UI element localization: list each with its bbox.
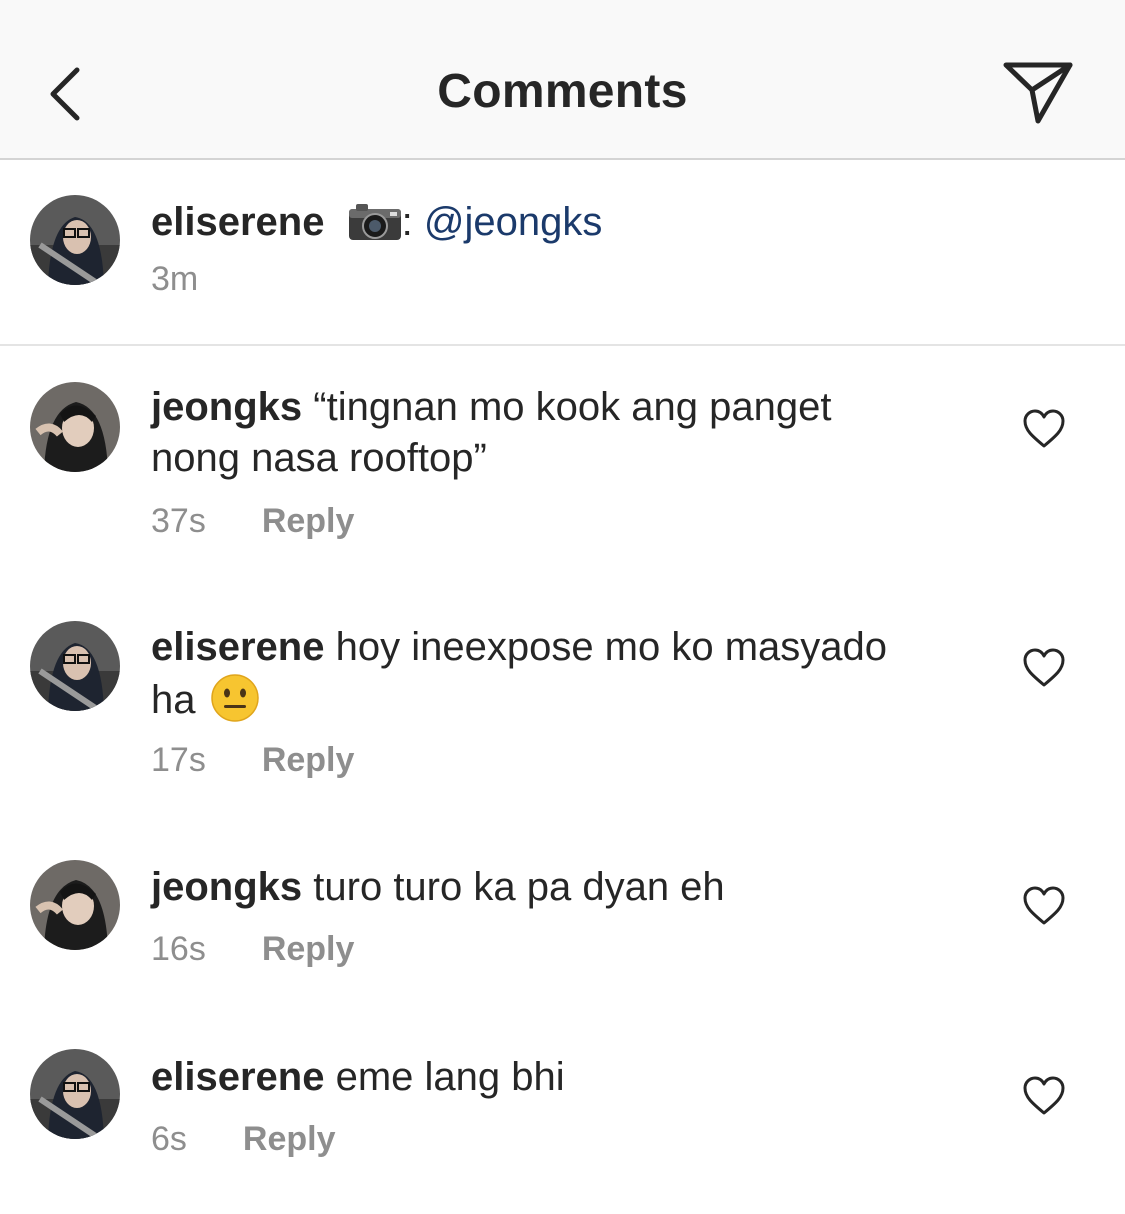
comment-timestamp: 16s [151,930,206,968]
comment-item: jeongks turo turo ka pa dyan eh 16s Repl… [0,826,1125,1016]
comment-item: eliserene hoy ineexpose mo ko masyado ha… [0,586,1125,826]
avatar[interactable] [30,1049,120,1139]
comment-text: jeongks “tingnan mo kook ang panget nong… [151,382,931,484]
comment-username[interactable]: eliserene [151,1055,324,1099]
comment-item: jeongks “tingnan mo kook ang panget nong… [0,346,1125,586]
reply-button[interactable]: Reply [262,502,355,541]
caption-timestamp: 3m [151,260,199,298]
header-bar: Comments [0,0,1125,160]
comment-meta: 37s Reply [151,502,354,541]
camera-emoji [348,203,402,252]
page-title: Comments [437,65,688,118]
comment-body: turo turo ka pa dyan eh [313,865,725,909]
reply-button[interactable]: Reply [262,741,355,780]
post-caption: eliserene : @jeongks 3m [0,162,1125,346]
avatar[interactable] [30,382,120,472]
heart-icon[interactable] [1022,1076,1066,1116]
comment-body: eme lang bhi [335,1055,565,1099]
neutral-face-emoji [210,673,260,736]
avatar[interactable] [30,621,120,711]
comment-timestamp: 6s [151,1120,187,1158]
comment-username[interactable]: eliserene [151,625,324,669]
avatar[interactable] [30,195,120,285]
comment-timestamp: 37s [151,502,206,540]
comment-text: eliserene eme lang bhi [151,1052,931,1103]
reply-button[interactable]: Reply [243,1120,336,1159]
comment-meta: 6s Reply [151,1120,336,1159]
heart-icon[interactable] [1022,648,1066,688]
caption-username[interactable]: eliserene [151,200,324,244]
comment-item: eliserene eme lang bhi 6s Reply [0,1016,1125,1206]
comment-timestamp: 17s [151,741,206,779]
comment-meta: 16s Reply [151,930,354,969]
comment-username[interactable]: jeongks [151,865,302,909]
paper-plane-icon [1003,62,1073,124]
comment-text: eliserene hoy ineexpose mo ko masyado ha [151,622,931,736]
comment-meta: 17s Reply [151,741,354,780]
heart-icon[interactable] [1022,409,1066,449]
comment-text: jeongks turo turo ka pa dyan eh [151,862,931,913]
caption-separator: : [401,200,413,244]
avatar[interactable] [30,860,120,950]
comment-username[interactable]: jeongks [151,385,302,429]
send-button[interactable] [998,56,1078,130]
caption-text: eliserene : @jeongks [151,198,602,252]
reply-button[interactable]: Reply [262,930,355,969]
heart-icon[interactable] [1022,886,1066,926]
caption-mention-link[interactable]: @jeongks [424,200,602,244]
